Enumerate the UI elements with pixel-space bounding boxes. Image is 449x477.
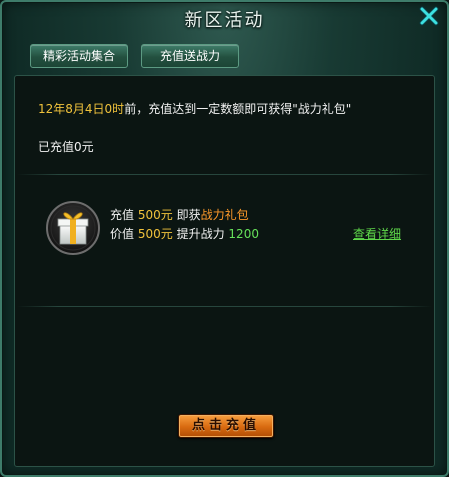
reward-line-value: 价值 500元 提升战力 1200 — [110, 225, 259, 242]
title-bar: 新区活动 — [2, 2, 447, 36]
tab-recharge-power[interactable]: 充值送战力 — [141, 44, 239, 68]
notice-text: 前，充值达到一定数额即可获得"战力礼包" — [124, 102, 352, 116]
reward-label: 充值 — [110, 208, 135, 222]
divider — [17, 174, 432, 175]
content-panel: 12年8月4日0时前，充值达到一定数额即可获得"战力礼包" 已充值0元 充值 5… — [14, 75, 435, 467]
reward-item-name: 战力礼包 — [200, 208, 249, 222]
reward-amount: 500元 — [137, 208, 173, 222]
value-label: 价值 — [110, 227, 135, 241]
gift-box-icon[interactable] — [45, 200, 101, 256]
power-label: 提升战力 — [176, 227, 225, 241]
divider — [17, 306, 432, 307]
recharged-amount: 已充值0元 — [38, 140, 94, 154]
notice-date: 12年8月4日0时 — [38, 102, 125, 116]
window-title: 新区活动 — [184, 10, 265, 31]
recharge-button[interactable]: 点击充值 — [178, 414, 274, 438]
activity-window: 新区活动 精彩活动集合 充值送战力 12年8月4日0时前，充值达到一定数额即可获… — [0, 0, 449, 477]
reward-label: 即获 — [176, 208, 201, 222]
view-details-link[interactable]: 查看详细 — [353, 225, 401, 242]
reward-line-recharge: 充值 500元 即获战力礼包 — [110, 206, 249, 223]
tab-activity-collection[interactable]: 精彩活动集合 — [30, 44, 128, 68]
power-value: 1200 — [228, 227, 259, 241]
activity-notice: 12年8月4日0时前，充值达到一定数额即可获得"战力礼包" — [38, 100, 351, 117]
close-icon[interactable] — [417, 4, 441, 28]
value-amount: 500元 — [137, 227, 173, 241]
